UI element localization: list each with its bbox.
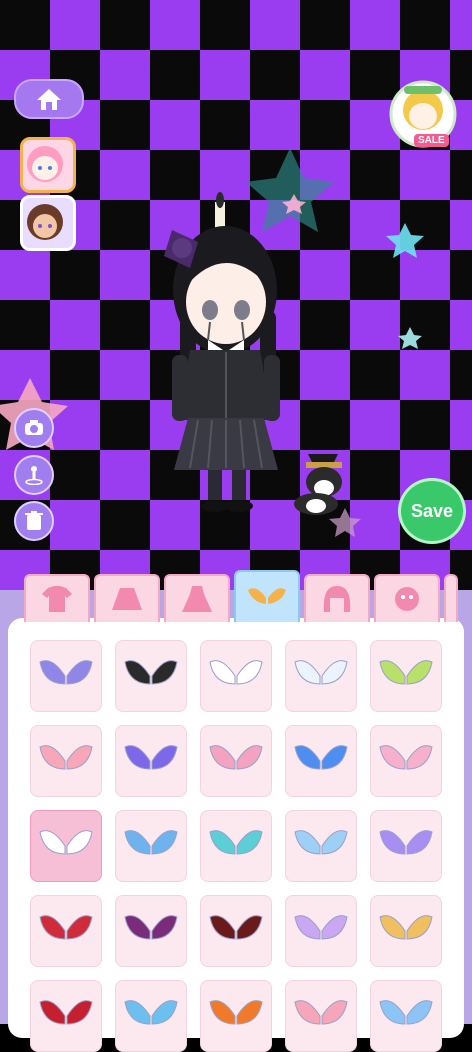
rainbow-fairy-wings-icon <box>379 830 433 855</box>
pink-hair-girl-avatar <box>27 146 63 182</box>
blue-checked-bow-icon <box>294 830 348 855</box>
pink-mini-wings-icon <box>209 745 263 770</box>
white-mini-wings-selected-icon <box>39 830 93 855</box>
red-demon-wings-icon <box>39 915 93 940</box>
wings-icon <box>248 588 286 604</box>
item-blue-frost-wings[interactable] <box>115 980 187 1052</box>
sale-badge: SALE <box>414 134 449 147</box>
sky-blue-wings-icon <box>379 1000 433 1025</box>
item-sky-blue-wings[interactable] <box>370 980 442 1052</box>
dark-red-bat-wings-icon <box>209 915 263 940</box>
delete-button[interactable] <box>14 501 54 541</box>
small-cyan-star-icon <box>398 327 422 349</box>
item-white-mini-wings-selected[interactable] <box>30 810 102 882</box>
tab-wings[interactable] <box>234 570 300 622</box>
item-red-demon-wings[interactable] <box>30 895 102 967</box>
rainbow-feather-wings-icon <box>379 915 433 940</box>
pose-button[interactable] <box>14 455 54 495</box>
cat-pet[interactable] <box>284 448 354 518</box>
category-tabs <box>0 570 472 622</box>
item-dark-red-bat-wings[interactable] <box>200 895 272 967</box>
lavender-bow-icon <box>294 915 348 940</box>
item-rainbow-feather-wings[interactable] <box>370 895 442 967</box>
item-rose-wings[interactable] <box>30 980 102 1052</box>
item-purple-bat-wings[interactable] <box>115 895 187 967</box>
home-icon <box>37 89 61 110</box>
cyan-star-icon <box>386 223 424 258</box>
item-flame-wings[interactable] <box>200 980 272 1052</box>
teal-small-wings-icon <box>209 830 263 855</box>
tab-dresses[interactable] <box>164 574 230 622</box>
blue-frost-wings-icon <box>124 1000 178 1025</box>
sale-promo-button[interactable]: SALE <box>388 76 458 154</box>
item-blue-crystal-wings[interactable] <box>285 725 357 797</box>
tab-faces[interactable] <box>374 574 440 622</box>
item-pink-ribbon-bow[interactable] <box>30 725 102 797</box>
character-slot-2[interactable] <box>20 195 76 251</box>
item-blue-checked-bow[interactable] <box>285 810 357 882</box>
item-pink-layered-wings[interactable] <box>370 725 442 797</box>
blue-ribbon-bow-icon <box>124 830 178 855</box>
rose-wings-icon <box>39 1000 93 1025</box>
black-bow-wings-icon <box>124 660 178 685</box>
item-lavender-bow[interactable] <box>285 895 357 967</box>
trash-icon <box>25 511 43 530</box>
item-white-angel-wings[interactable] <box>200 640 272 712</box>
white-angel-wings-icon <box>209 660 263 685</box>
pink-white-bow-icon <box>294 1000 348 1025</box>
blue-crystal-wings-icon <box>294 745 348 770</box>
item-purple-feather-wings[interactable] <box>30 640 102 712</box>
character-slot-1[interactable] <box>20 137 76 193</box>
camera-icon <box>25 420 43 435</box>
camera-button[interactable] <box>14 408 54 448</box>
pose-icon <box>25 466 43 485</box>
pink-layered-wings-icon <box>379 745 433 770</box>
skirt-icon <box>112 588 142 610</box>
blue-butterfly-wings-icon <box>124 745 178 770</box>
hair-icon <box>323 586 351 612</box>
purple-bat-wings-icon <box>124 915 178 940</box>
item-blue-butterfly-wings[interactable] <box>115 725 187 797</box>
item-small-white-wings[interactable] <box>285 640 357 712</box>
small-white-wings-icon <box>294 660 348 685</box>
dress-icon <box>182 586 212 612</box>
tab-hair[interactable] <box>304 574 370 622</box>
items-container <box>8 618 464 1052</box>
wardrobe-panel <box>0 590 472 1052</box>
save-button[interactable]: Save <box>398 478 466 544</box>
item-black-bow-wings[interactable] <box>115 640 187 712</box>
shirt-icon <box>42 586 72 612</box>
tab-tops[interactable] <box>24 574 90 622</box>
flame-wings-icon <box>209 1000 263 1025</box>
item-rainbow-fairy-wings[interactable] <box>370 810 442 882</box>
face-icon <box>395 587 419 611</box>
home-button[interactable] <box>14 79 84 119</box>
item-blue-ribbon-bow[interactable] <box>115 810 187 882</box>
brown-hair-girl-avatar <box>27 204 63 240</box>
tab-skirts[interactable] <box>94 574 160 622</box>
item-pink-mini-wings[interactable] <box>200 725 272 797</box>
item-pink-white-bow[interactable] <box>285 980 357 1052</box>
tab-more[interactable] <box>444 574 458 622</box>
item-green-fairy-wings[interactable] <box>370 640 442 712</box>
green-fairy-wings-icon <box>379 660 433 685</box>
purple-feather-wings-icon <box>39 660 93 685</box>
pink-ribbon-bow-icon <box>39 745 93 770</box>
item-teal-small-wings[interactable] <box>200 810 272 882</box>
